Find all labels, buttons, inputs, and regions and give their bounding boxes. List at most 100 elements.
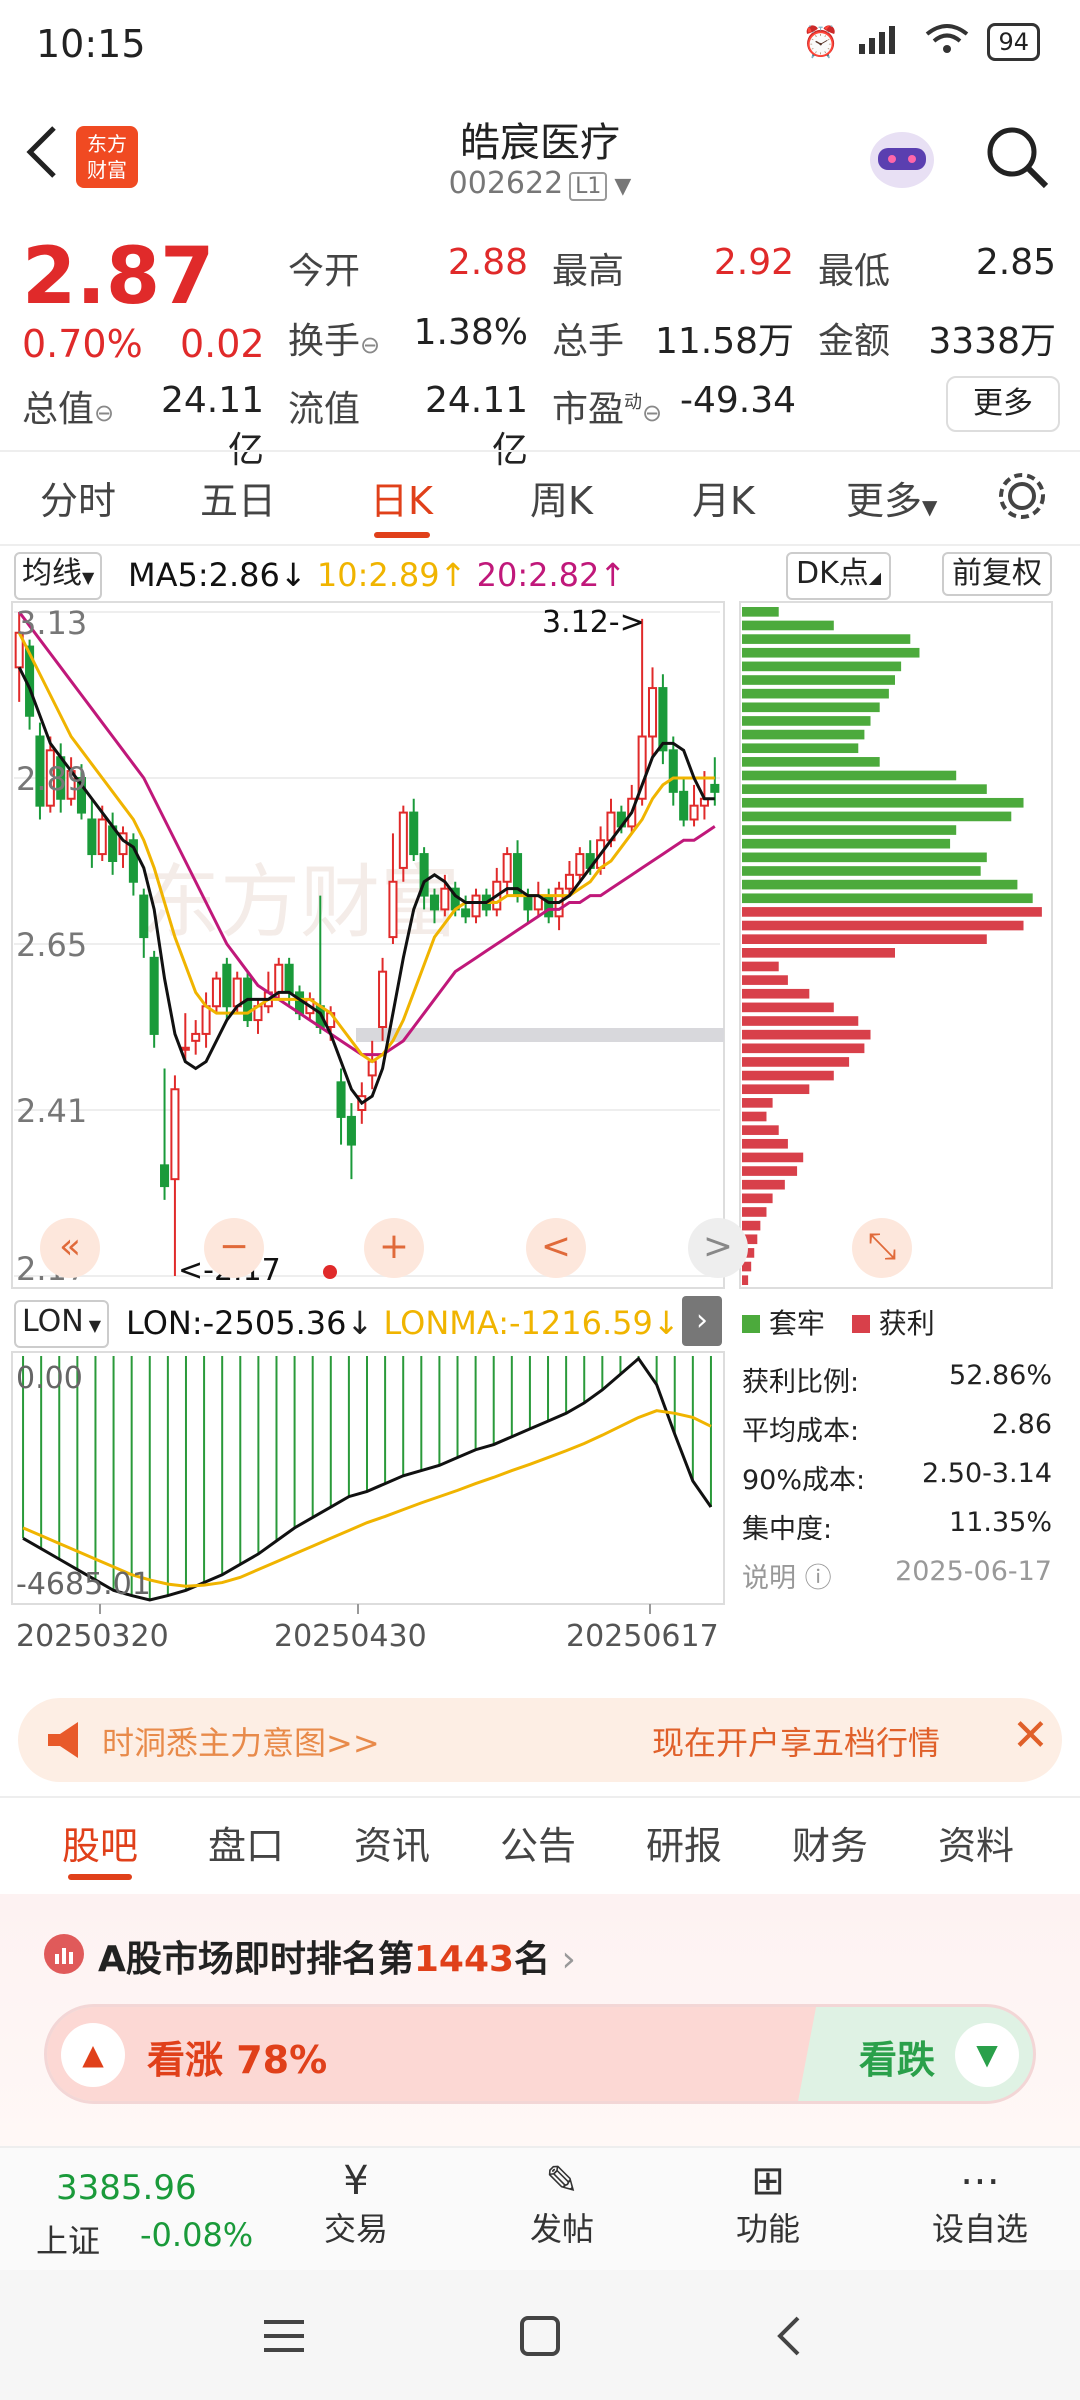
prev-candle-button[interactable]: < (526, 1218, 586, 1278)
y-tick-label: 3.13 (16, 604, 87, 642)
chip-bar (742, 1166, 798, 1176)
tab-news[interactable]: 资讯 (354, 1815, 430, 1870)
x-tick-label: 20250320 (16, 1619, 169, 1654)
chip-bar (742, 934, 987, 944)
candle-body (139, 894, 149, 939)
ma10-value: 10:2.89 (316, 556, 440, 594)
ma-selector[interactable]: 均线▼ (14, 552, 103, 600)
tab-order-book[interactable]: 盘口 (208, 1815, 284, 1870)
add-watchlist-button[interactable]: ⋯ 设自选 (910, 2158, 1050, 2250)
functions-button[interactable]: ⊞ 功能 (708, 2158, 828, 2250)
chip-bar (742, 688, 889, 699)
candle-body (232, 977, 242, 1008)
candle-body (346, 1115, 356, 1146)
chip-bar (742, 770, 957, 781)
market-ranking[interactable]: A股市场即时排名第1443名 › (98, 1930, 576, 1982)
turnover-label: 换手⊖ (288, 321, 381, 362)
zoom-out-button[interactable]: − (204, 1218, 264, 1278)
tab-weekly-k[interactable]: 周K (530, 470, 593, 525)
chip-stats: 获利比例: 52.86% 平均成本: 2.86 90%成本: 2.50-3.14 集中… (742, 1360, 1052, 1605)
last-price: 2.87 (22, 232, 215, 322)
tab-intraday[interactable]: 分时 (40, 470, 116, 525)
battery-icon: 94 (987, 23, 1040, 61)
tab-profile[interactable]: 资料 (938, 1815, 1014, 1870)
chip-bar (742, 852, 987, 863)
tab-announcements[interactable]: 公告 (500, 1815, 576, 1870)
dk-point-selector[interactable]: DK点◢ (786, 552, 892, 600)
candle-body (222, 963, 232, 1008)
search-icon[interactable] (982, 122, 1052, 196)
change-percent: 0.70% (22, 322, 143, 366)
ranking-number: 1443 (413, 1939, 515, 1980)
more-quote-button[interactable]: 更多 (946, 376, 1060, 432)
chip-bar (742, 838, 951, 849)
tab-more-periods[interactable]: 更多▼ (846, 470, 937, 525)
amount-label: 金额 (818, 321, 891, 362)
tab-financials[interactable]: 财务 (792, 1815, 868, 1870)
tab-daily-k[interactable]: 日K (370, 470, 433, 525)
tab-five-day[interactable]: 五日 (200, 470, 276, 525)
menu-icon[interactable] (262, 2316, 306, 2360)
chip-bar (742, 988, 810, 999)
next-candle-button[interactable]: > (688, 1218, 748, 1278)
close-icon[interactable]: ✕ (1012, 1710, 1049, 1761)
divider (0, 450, 1080, 452)
candle-body (502, 853, 512, 883)
adjust-selector[interactable]: 前复权 (942, 552, 1052, 596)
chip-bar (742, 784, 987, 794)
trade-button[interactable]: ¥ 交易 (296, 2158, 416, 2250)
candle-body (461, 908, 471, 918)
collapse-panel-button[interactable]: › (682, 1296, 722, 1346)
y-tick-label: 2.89 (16, 760, 87, 798)
bearish-vote-button[interactable]: ▼ (955, 2023, 1019, 2087)
ranking-chart-icon (44, 1934, 84, 1974)
settings-gear-icon[interactable] (996, 470, 1048, 526)
bullish-vote-button[interactable]: ▲ (61, 2023, 125, 2087)
chip-bar (742, 893, 1033, 904)
scroll-left-button[interactable]: « (40, 1218, 100, 1278)
event-dot[interactable] (323, 1265, 337, 1279)
tab-forum[interactable]: 股吧 (62, 1815, 138, 1870)
tab-research[interactable]: 研报 (646, 1815, 722, 1870)
candle-body (668, 749, 678, 793)
chip-bar (742, 1084, 810, 1095)
chip-bar (742, 1043, 865, 1054)
info-icon: ⊖ (360, 331, 381, 359)
candle-body (398, 811, 408, 869)
expand-icon[interactable]: ⤡ (852, 1218, 912, 1278)
ma-readout: MA5:2.86↓ 10:2.89↑ 20:2.82↑ (128, 556, 627, 594)
tab-monthly-k[interactable]: 月K (692, 470, 755, 525)
sentiment-bar: ▲ 看涨 78% 看跌 ▼ (44, 2004, 1036, 2104)
chip-bar (742, 920, 1024, 931)
zoom-in-button[interactable]: + (364, 1218, 424, 1278)
candle-body (87, 818, 97, 856)
change-value: 0.02 (180, 322, 265, 366)
indicator-selector[interactable]: LON ▼ (14, 1300, 110, 1348)
chip-bar (742, 661, 902, 672)
chip-bar (742, 1179, 785, 1190)
candle-body (274, 963, 284, 994)
active-tab-indicator (68, 1874, 132, 1880)
candle-body (97, 818, 107, 856)
candle-body (378, 970, 388, 1028)
chip-bar (742, 1057, 850, 1067)
chip-help-link[interactable]: 说明 ⓘ (742, 1556, 832, 1605)
chip-bar (742, 1070, 834, 1081)
post-button[interactable]: ✎ 发帖 (502, 2158, 622, 2250)
candle-body (544, 894, 554, 918)
info-icon: ⊖ (642, 399, 663, 427)
chip-stat-row: 90%成本: 2.50-3.14 (742, 1458, 1052, 1496)
robot-assistant-icon[interactable] (862, 118, 942, 202)
candle-body (429, 894, 440, 911)
candle-body (689, 804, 699, 821)
divider (0, 544, 1080, 546)
chip-bar (742, 879, 1018, 890)
index-name: 上证 (36, 2222, 101, 2260)
back-nav-icon[interactable] (774, 2314, 804, 2362)
bottom-toolbar: 3385.96 上证 -0.08% ¥ 交易 ✎ 发帖 ⊞ 功能 ⋯ 设自选 (0, 2146, 1080, 2272)
promo-banner[interactable]: 时洞悉主力意图>> 现在开户享五档行情 ✕ (18, 1698, 1062, 1782)
chip-bar (742, 1111, 767, 1122)
chip-bar (742, 1152, 804, 1163)
home-icon[interactable] (518, 2314, 562, 2362)
x-tick-label: 20250430 (274, 1619, 427, 1654)
